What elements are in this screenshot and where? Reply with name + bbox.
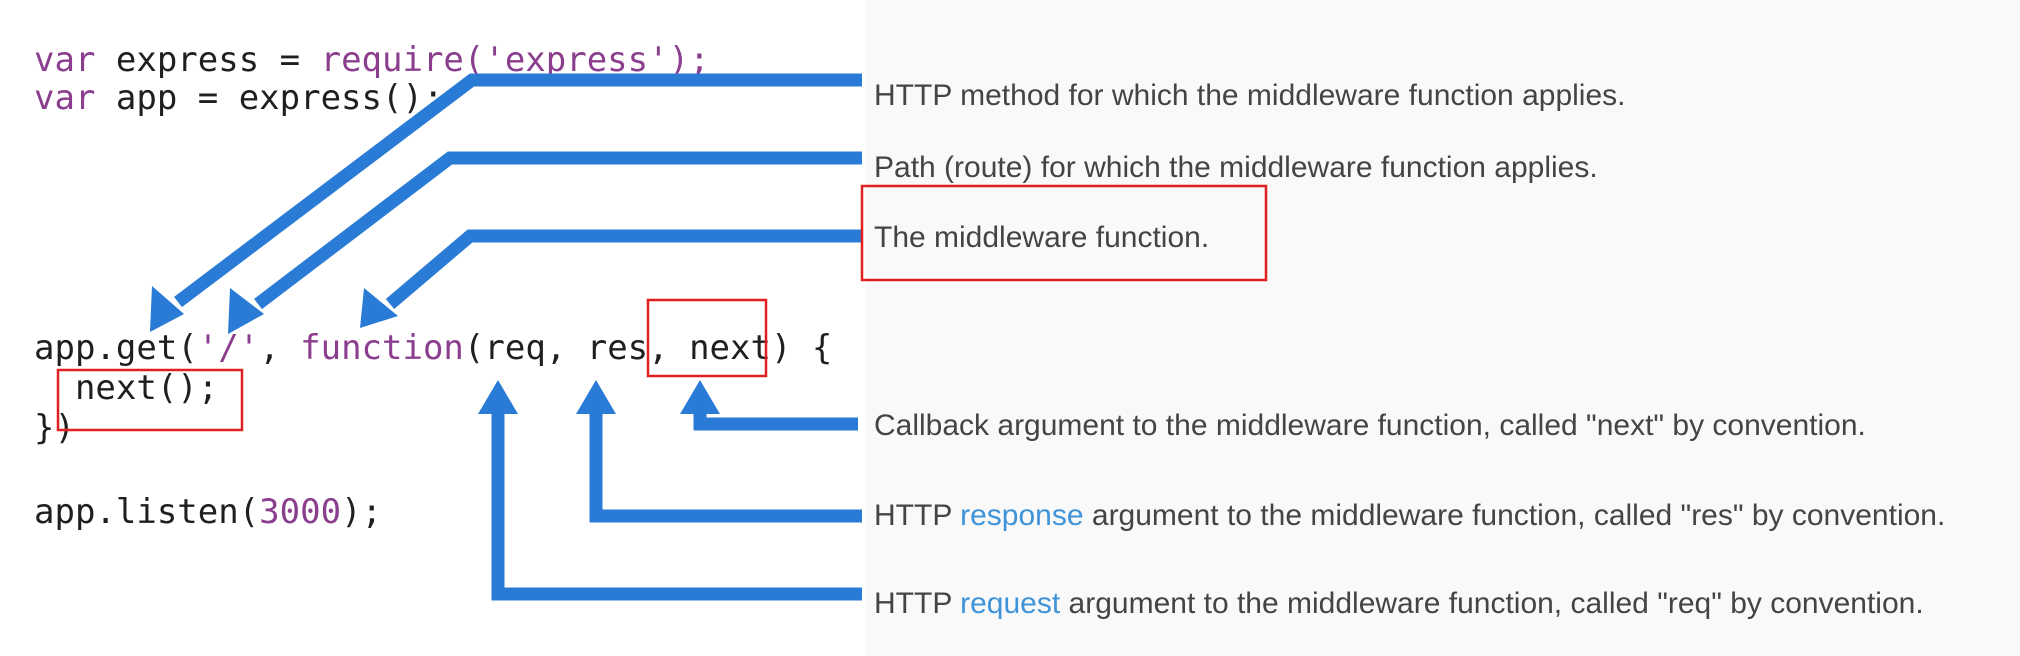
arrowhead-next [680, 380, 720, 414]
arrowhead-req [478, 380, 518, 414]
arrow-method [174, 73, 862, 308]
annotation-req-post: argument to the middleware function, cal… [1060, 587, 1924, 620]
arrowhead-method [150, 286, 184, 332]
highlight-next-call [56, 368, 244, 432]
annotation-res-post: argument to the middleware function, cal… [1083, 499, 1946, 532]
arrowhead-res [576, 380, 616, 414]
response-link[interactable]: response [960, 499, 1083, 532]
arrow-req [491, 410, 862, 601]
annotation-res-pre: HTTP [874, 499, 961, 532]
highlight-next-param [646, 298, 768, 378]
arrowhead-path [228, 288, 264, 334]
arrow-middleware [385, 229, 862, 309]
annotation-middleware: The middleware function. [874, 221, 1210, 254]
arrow-next [693, 410, 858, 431]
request-link[interactable]: request [960, 587, 1060, 620]
annotation-method: HTTP method for which the middleware fun… [874, 79, 1626, 112]
annotation-path: Path (route) for which the middleware fu… [874, 151, 1598, 184]
annotation-req: HTTP request argument to the middleware … [874, 586, 1924, 622]
annotation-res: HTTP response argument to the middleware… [874, 498, 1945, 534]
annotation-next: Callback argument to the middleware func… [874, 409, 1866, 442]
annotation-req-pre: HTTP [874, 587, 961, 620]
